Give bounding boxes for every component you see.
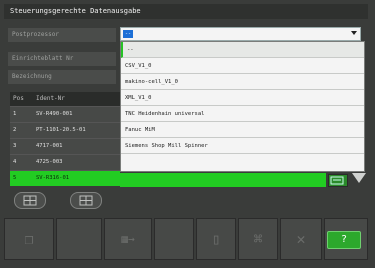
cell-pos: 2 bbox=[13, 127, 17, 133]
cell-pos: 1 bbox=[13, 111, 17, 117]
cell-ident: SV-R316-01 bbox=[36, 175, 70, 181]
cell-pos: 5 bbox=[13, 175, 17, 181]
chevron-down-icon[interactable] bbox=[351, 31, 357, 35]
tool-table: Pos Ident-Nr 1 SV-R490-001 2 PT-1101-20.5-0… bbox=[10, 92, 120, 186]
col-header-pos: Pos bbox=[13, 95, 24, 102]
dropdown-option[interactable]: XML_V1_0 bbox=[121, 90, 364, 106]
copy-icon: ❐ bbox=[24, 230, 34, 248]
cell-pos: 4 bbox=[13, 159, 17, 165]
selected-row-extension bbox=[120, 173, 326, 187]
postprozessor-select[interactable]: -- bbox=[120, 27, 361, 41]
help-button[interactable]: ? bbox=[327, 231, 361, 249]
triangle-down-icon[interactable] bbox=[352, 173, 366, 183]
cell-ident: 4717-001 bbox=[36, 143, 63, 149]
edit-icon-button[interactable] bbox=[328, 174, 348, 187]
cell-ident: 4725-003 bbox=[36, 159, 63, 165]
dropdown-option[interactable]: -- bbox=[121, 42, 364, 58]
einrichteblatt-label: Einrichteblatt Nr bbox=[8, 52, 116, 66]
cancel-icon: ✕ bbox=[296, 230, 306, 248]
postprozessor-label: Postprozessor bbox=[8, 28, 116, 42]
tool-holder-icon: ⌘ bbox=[253, 230, 263, 248]
cell-pos: 3 bbox=[13, 143, 17, 149]
postprozessor-dropdown-list[interactable]: -- CSV_V1_0 makino-cell_V1_0 XML_V1_0 TN… bbox=[120, 41, 365, 172]
table-row[interactable]: 3 4717-001 bbox=[10, 138, 120, 154]
edit-icon bbox=[330, 176, 344, 185]
toolbar-slot-export[interactable]: ▦→ bbox=[104, 218, 152, 260]
append-row-button[interactable] bbox=[70, 192, 102, 209]
toolbar-slot-copy[interactable]: ❐ bbox=[4, 218, 54, 260]
bezeichnung-label: Bezeichnung bbox=[8, 70, 116, 84]
table-row[interactable]: 1 SV-R490-001 bbox=[10, 106, 120, 122]
dropdown-option[interactable]: Siemens Shop Mill Spinner bbox=[121, 138, 364, 154]
toolbar-slot-cancel[interactable]: ✕ bbox=[280, 218, 322, 260]
table-header: Pos Ident-Nr bbox=[10, 92, 120, 106]
toolbar-slot-empty-2 bbox=[154, 218, 194, 260]
dropdown-option[interactable]: TNC Heidenhain universal bbox=[121, 106, 364, 122]
postprozessor-selected-value: -- bbox=[123, 30, 133, 38]
toolbar-slot-trash[interactable]: ▯ bbox=[196, 218, 236, 260]
window-title: Steuerungsgerechte Datenausgabe bbox=[4, 4, 368, 19]
col-header-ident: Ident-Nr bbox=[36, 95, 65, 102]
table-row-selected[interactable]: 5 SV-R316-01 bbox=[10, 170, 120, 186]
dropdown-option[interactable]: Fanuc MiM bbox=[121, 122, 364, 138]
table-row[interactable]: 4 4725-003 bbox=[10, 154, 120, 170]
grid-insert-icon bbox=[23, 195, 37, 206]
trash-icon: ▯ bbox=[211, 230, 221, 248]
dropdown-option[interactable]: makino-cell_V1_0 bbox=[121, 74, 364, 90]
insert-row-button[interactable] bbox=[14, 192, 46, 209]
toolbar-slot-empty-1 bbox=[56, 218, 102, 260]
cell-ident: SV-R490-001 bbox=[36, 111, 73, 117]
toolbar-slot-tool[interactable]: ⌘ bbox=[238, 218, 278, 260]
grid-append-icon bbox=[79, 195, 93, 206]
table-row[interactable]: 2 PT-1101-20.5-01 bbox=[10, 122, 120, 138]
dropdown-option[interactable]: CSV_V1_0 bbox=[121, 58, 364, 74]
cell-ident: PT-1101-20.5-01 bbox=[36, 127, 86, 133]
export-icon: ▦→ bbox=[121, 232, 135, 246]
